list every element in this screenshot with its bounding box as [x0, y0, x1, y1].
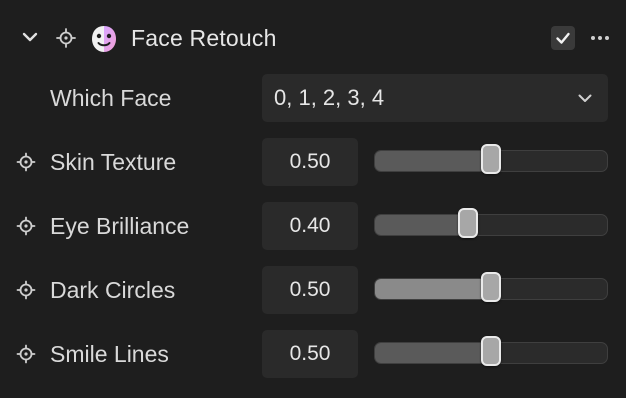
param-value-field[interactable]: 0.50 — [262, 266, 358, 314]
which-face-label: Which Face — [50, 85, 172, 111]
param-label: Smile Lines — [50, 341, 169, 367]
panel-header: Face Retouch — [0, 0, 626, 76]
collapse-chevron-icon[interactable] — [20, 27, 40, 47]
param-value-field[interactable]: 0.50 — [262, 330, 358, 378]
param-slider[interactable] — [374, 208, 608, 238]
enable-checkbox[interactable] — [551, 26, 575, 50]
slider-fill — [375, 151, 492, 171]
slider-thumb[interactable] — [481, 272, 501, 302]
param-row: Dark Circles 0.50 — [0, 266, 626, 316]
param-value-field[interactable]: 0.50 — [262, 138, 358, 186]
slider-thumb[interactable] — [458, 208, 478, 238]
crosshair-icon[interactable] — [56, 28, 76, 48]
more-options-icon[interactable] — [588, 27, 612, 49]
which-face-row: Which Face 0, 1, 2, 3, 4 — [0, 74, 626, 124]
chevron-down-icon — [576, 89, 594, 107]
param-label: Eye Brilliance — [50, 213, 190, 239]
crosshair-icon[interactable] — [16, 216, 36, 236]
slider-fill — [375, 215, 469, 235]
which-face-value: 0, 1, 2, 3, 4 — [274, 85, 385, 110]
param-row: Eye Brilliance 0.40 — [0, 202, 626, 252]
param-slider[interactable] — [374, 144, 608, 174]
checkmark-icon — [556, 32, 570, 44]
face-retouch-icon — [89, 24, 119, 54]
crosshair-icon[interactable] — [16, 152, 36, 172]
slider-fill — [375, 343, 492, 363]
crosshair-icon[interactable] — [16, 280, 36, 300]
slider-track — [374, 214, 608, 236]
param-value-field[interactable]: 0.40 — [262, 202, 358, 250]
param-label: Dark Circles — [50, 277, 176, 303]
slider-thumb[interactable] — [481, 144, 501, 174]
which-face-select[interactable]: 0, 1, 2, 3, 4 — [262, 74, 608, 122]
crosshair-icon[interactable] — [16, 344, 36, 364]
param-slider[interactable] — [374, 336, 608, 366]
panel-title: Face Retouch — [131, 25, 277, 51]
slider-fill — [375, 279, 492, 299]
param-row: Skin Texture 0.50 — [0, 138, 626, 188]
face-retouch-panel: Face Retouch Which Face 0, 1, 2, 3, 4 Sk… — [0, 0, 626, 398]
param-label: Skin Texture — [50, 149, 177, 175]
param-slider[interactable] — [374, 272, 608, 302]
param-row: Smile Lines 0.50 — [0, 330, 626, 380]
slider-thumb[interactable] — [481, 336, 501, 366]
